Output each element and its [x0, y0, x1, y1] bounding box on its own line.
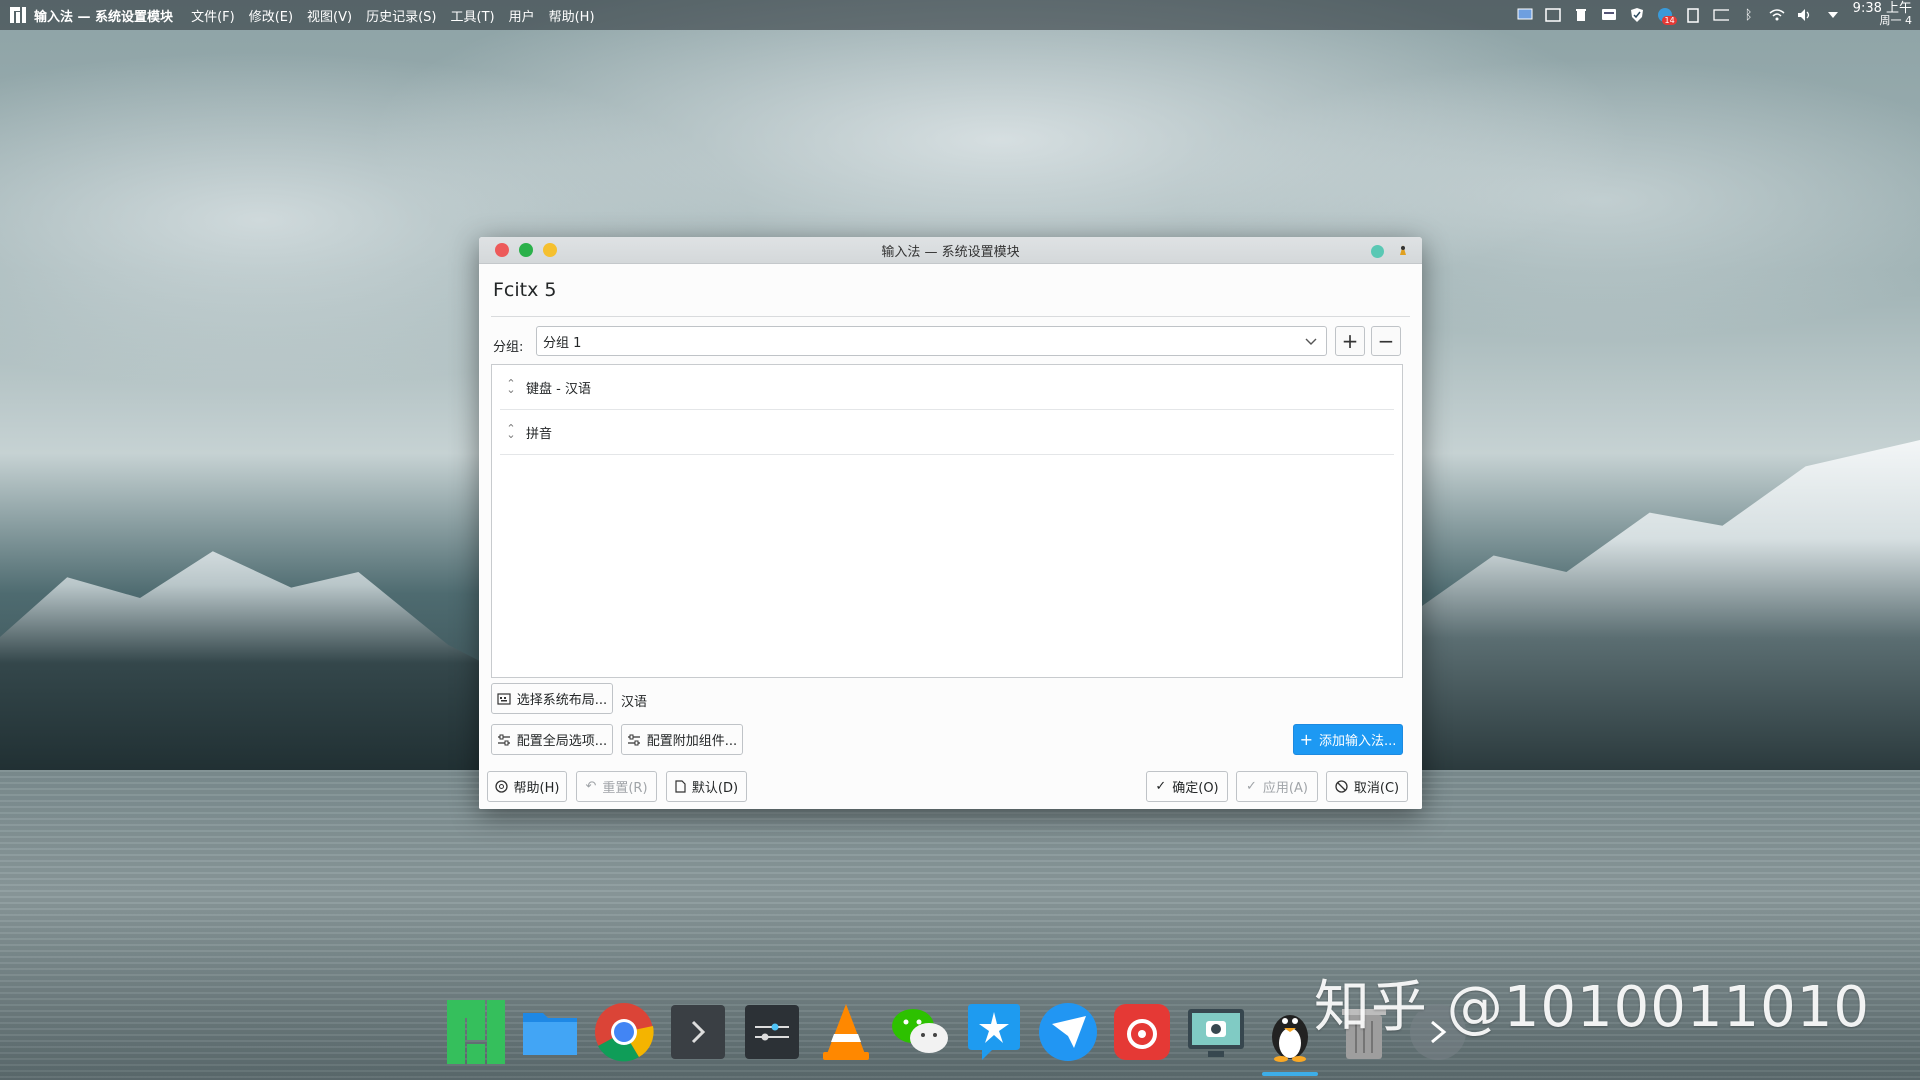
zhihu-watermark: 知乎 @1010011010	[1313, 975, 1870, 1040]
layout-value: 汉语	[621, 695, 648, 710]
help-button[interactable]: 帮助(H)	[487, 771, 567, 802]
terminal-icon[interactable]	[666, 1000, 730, 1064]
menu-view[interactable]: 视图(V)	[307, 6, 352, 25]
shield-tray-icon[interactable]	[1629, 7, 1645, 23]
monitor-tray-icon[interactable]	[1601, 7, 1617, 23]
addons-button[interactable]: 配置附加组件...	[621, 724, 743, 755]
add-input-method-button[interactable]: + 添加输入法...	[1293, 724, 1403, 755]
select-layout-label: 选择系统布局...	[516, 693, 608, 708]
input-method-list[interactable]: ⌃ ⌄ 键盘 - 汉语 ⌃ ⌄ 拼音	[491, 364, 1403, 678]
drag-handle-icon[interactable]: ⌃ ⌄	[504, 378, 518, 395]
add-group-button[interactable]: +	[1335, 326, 1365, 356]
notification-tray-icon[interactable]: 14	[1657, 7, 1677, 25]
menu-help[interactable]: 帮助(H)	[549, 6, 595, 25]
plus-icon: +	[1299, 729, 1313, 749]
manjaro-menu-icon[interactable]	[10, 7, 26, 23]
keep-above-button[interactable]	[1371, 245, 1384, 258]
clipboard-tray-icon[interactable]	[1685, 7, 1701, 23]
menu-user[interactable]: 用户	[509, 6, 535, 25]
top-panel: 输入法 — 系统设置模块 文件(F) 修改(E) 视图(V) 历史记录(S) 工…	[0, 0, 1920, 30]
dingtalk-icon[interactable]	[962, 1000, 1026, 1064]
group-select[interactable]: 分组 1	[536, 326, 1327, 356]
cancel-button[interactable]: 取消(C)	[1326, 771, 1408, 802]
reset-button[interactable]: ↶ 重置(R)	[576, 771, 657, 802]
active-app-indicator	[1262, 1072, 1318, 1076]
wechat-icon[interactable]	[888, 1000, 952, 1064]
window-title: 输入法 — 系统设置模块	[881, 244, 1020, 260]
minus-icon: −	[1377, 329, 1395, 353]
ok-button[interactable]: ✓ 确定(O)	[1146, 771, 1228, 802]
apply-label: 应用(A)	[1262, 781, 1308, 796]
cancel-icon	[1335, 780, 1348, 793]
window-titlebar[interactable]: 输入法 — 系统设置模块	[479, 237, 1422, 264]
heading-divider	[491, 316, 1410, 317]
panel-app-title: 输入法 — 系统设置模块	[34, 9, 174, 25]
add-input-method-label: 添加输入法...	[1319, 734, 1397, 749]
checkmark-icon: ✓	[1155, 779, 1167, 794]
input-method-label: 键盘 - 汉语	[526, 381, 591, 397]
manjaro-logo-icon[interactable]	[444, 1000, 508, 1064]
input-method-label: 拼音	[526, 426, 553, 442]
volume-tray-icon[interactable]	[1797, 7, 1813, 23]
addons-label: 配置附加组件...	[646, 734, 738, 749]
menu-tools[interactable]: 工具(T)	[451, 6, 495, 25]
apply-button[interactable]: ✓ 应用(A)	[1236, 771, 1318, 802]
menu-edit[interactable]: 修改(E)	[249, 6, 293, 25]
close-window-button[interactable]	[495, 243, 509, 257]
feishu-icon[interactable]	[1036, 1000, 1100, 1064]
help-icon	[494, 780, 508, 793]
vlc-icon[interactable]	[814, 1000, 878, 1064]
configure-icon	[497, 734, 510, 745]
plus-icon: +	[1341, 329, 1359, 353]
global-options-label: 配置全局选项...	[516, 734, 608, 749]
settings-icon[interactable]	[740, 1000, 804, 1064]
reset-label: 重置(R)	[602, 781, 648, 796]
pin-icon[interactable]	[1396, 242, 1410, 261]
default-button[interactable]: 默认(D)	[666, 771, 747, 802]
qq-penguin-icon[interactable]	[1258, 1000, 1322, 1076]
group-select-value: 分组 1	[543, 335, 582, 351]
bluetooth-tray-icon[interactable]: ᛒ	[1741, 7, 1757, 23]
keyboard-icon	[497, 692, 511, 705]
remove-group-button[interactable]: −	[1371, 326, 1401, 356]
tray-badge: 14	[1662, 16, 1677, 25]
fcitx-settings-window: 输入法 — 系统设置模块 Fcitx 5 分组: 分组 1 + − ⌃ ⌄ 键盘 …	[479, 237, 1422, 809]
ok-label: 确定(O)	[1172, 781, 1219, 796]
select-layout-button[interactable]: 选择系统布局...	[491, 683, 613, 714]
checkmark-icon: ✓	[1246, 779, 1257, 794]
minimize-window-button[interactable]	[543, 243, 557, 257]
menu-history[interactable]: 历史记录(S)	[366, 6, 436, 25]
document-icon	[675, 780, 686, 793]
list-item[interactable]: ⌃ ⌄ 键盘 - 汉语	[500, 365, 1394, 410]
expand-tray-icon[interactable]	[1825, 7, 1841, 23]
list-item[interactable]: ⌃ ⌄ 拼音	[500, 410, 1394, 455]
cancel-label: 取消(C)	[1353, 781, 1400, 796]
window-content: Fcitx 5 分组: 分组 1 + − ⌃ ⌄ 键盘 - 汉语 ⌃ ⌄ 拼音 选择…	[479, 264, 1422, 809]
group-label: 分组:	[493, 340, 524, 355]
drag-handle-icon[interactable]: ⌃ ⌄	[504, 423, 518, 440]
undo-icon: ↶	[585, 779, 597, 794]
clock[interactable]: 9:38 上午 周一 4	[1853, 2, 1913, 27]
screenshot-icon[interactable]	[1184, 1000, 1248, 1064]
keyboard-tray-icon[interactable]	[1713, 7, 1729, 23]
window-tray-icon[interactable]	[1544, 7, 1561, 23]
file-manager-icon[interactable]	[518, 1000, 582, 1064]
wifi-tray-icon[interactable]	[1769, 7, 1785, 23]
trash-tray-icon[interactable]	[1573, 7, 1589, 23]
netease-music-icon[interactable]	[1110, 1000, 1174, 1064]
global-options-button[interactable]: 配置全局选项...	[491, 724, 613, 755]
input-method-tray-icon[interactable]	[1517, 7, 1533, 23]
configure-icon	[627, 734, 640, 745]
help-label: 帮助(H)	[513, 781, 560, 796]
menu-file[interactable]: 文件(F)	[191, 6, 235, 25]
chrome-icon[interactable]	[592, 1000, 656, 1064]
page-heading: Fcitx 5	[493, 279, 557, 301]
default-label: 默认(D)	[691, 781, 739, 796]
maximize-window-button[interactable]	[519, 243, 533, 257]
chevron-down-icon	[1305, 338, 1317, 345]
clock-day: 周一 4	[1879, 14, 1913, 27]
system-tray: 14 ᛒ 9:38 上午 周一 4	[1517, 0, 1912, 30]
